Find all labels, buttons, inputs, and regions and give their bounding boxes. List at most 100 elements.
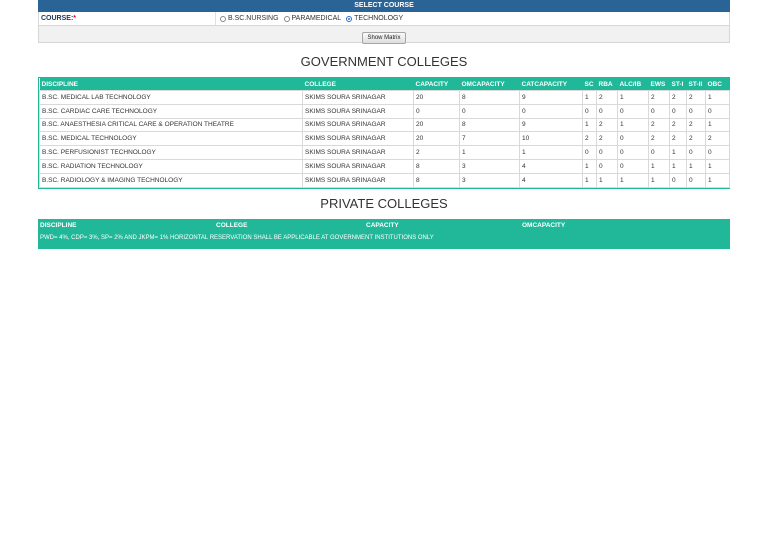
col-discipline: DISCIPLINE: [39, 78, 303, 91]
private-colleges-title: PRIVATE COLLEGES: [320, 196, 448, 211]
col-college: COLLEGE: [302, 78, 414, 91]
cell-catcapacity: 4: [519, 172, 583, 188]
cell-st-i: 2: [669, 117, 687, 133]
cell-obc: 0: [705, 103, 730, 119]
cell-st-i: 0: [669, 103, 687, 119]
cell-rba: 2: [596, 90, 618, 105]
cell-ews: 1: [648, 158, 670, 174]
radio-paramedical[interactable]: [283, 15, 290, 22]
cell-discipline: B.SC. MEDICAL LAB TECHNOLOGY: [39, 90, 303, 105]
government-colleges-title: GOVERNMENT COLLEGES: [300, 54, 468, 69]
cell-alc-ib: 0: [617, 103, 649, 119]
col-alc-ib: ALC/IB: [617, 78, 649, 91]
cell-st-i: 0: [669, 172, 687, 188]
course-option-technology[interactable]: TECHNOLOGY: [346, 12, 403, 25]
cell-college: SKIMS SOURA SRINAGAR: [302, 90, 414, 105]
cell-st-ii: 0: [686, 172, 706, 188]
cell-rba: 2: [596, 117, 618, 133]
cell-sc: 1: [582, 90, 597, 105]
cell-discipline: B.SC. RADIOLOGY & IMAGING TECHNOLOGY: [39, 172, 303, 188]
cell-omcapacity: 7: [459, 131, 520, 147]
cell-catcapacity: 4: [519, 158, 583, 174]
option-label: PARAMEDICAL: [291, 15, 342, 22]
cell-college: SKIMS SOURA SRINAGAR: [302, 145, 414, 160]
cell-ews: 1: [648, 172, 670, 188]
cell-obc: 1: [705, 172, 730, 188]
col-st-i: ST-I: [669, 78, 687, 91]
cell-college: SKIMS SOURA SRINAGAR: [302, 131, 414, 147]
cell-catcapacity: 9: [519, 117, 583, 133]
select-course-header: SELECT COURSE: [38, 0, 730, 12]
cell-ews: 2: [648, 117, 670, 133]
cell-alc-ib: 0: [617, 131, 649, 147]
cell-omcapacity: 0: [459, 103, 520, 119]
cell-rba: 1: [596, 172, 618, 188]
course-option-bsc-nursing[interactable]: B.SC.NURSING: [220, 12, 279, 25]
show-matrix-row: Show Matrix: [38, 26, 730, 44]
course-option-paramedical[interactable]: PARAMEDICAL: [283, 12, 342, 25]
private-colleges-table: DISCIPLINE COLLEGE CAPACITY OMCAPACITY P…: [38, 219, 730, 249]
cell-st-ii: 0: [686, 103, 706, 119]
cell-discipline: B.SC. CARDIAC CARE TECHNOLOGY: [39, 103, 303, 119]
cell-capacity: 20: [413, 131, 460, 147]
pvt-col-discipline: DISCIPLINE: [40, 222, 77, 229]
table-row: B.SC. MEDICAL TECHNOLOGY SKIMS SOURA SRIN…: [39, 131, 730, 147]
col-obc: OBC: [705, 78, 730, 91]
pvt-col-omcapacity: OMCAPACITY: [522, 222, 566, 229]
cell-st-ii: 2: [686, 117, 706, 133]
cell-catcapacity: 1: [519, 145, 583, 160]
cell-alc-ib: 1: [617, 90, 649, 105]
cell-alc-ib: 0: [617, 145, 649, 160]
cell-capacity: 20: [413, 90, 460, 105]
course-label: COURSE:*: [41, 12, 76, 25]
cell-obc: 1: [705, 117, 730, 133]
col-rba: RBA: [596, 78, 618, 91]
cell-catcapacity: 10: [519, 131, 583, 147]
cell-st-i: 2: [669, 90, 687, 105]
cell-discipline: B.SC. MEDICAL TECHNOLOGY: [39, 131, 303, 147]
cell-omcapacity: 8: [459, 90, 520, 105]
radio-bsc-nursing[interactable]: [220, 15, 226, 22]
table-row: B.SC. ANAESTHESIA CRITICAL CARE & OPERAT…: [39, 117, 730, 133]
col-capacity: CAPACITY: [413, 78, 460, 91]
private-table-header-row: DISCIPLINE COLLEGE CAPACITY OMCAPACITY: [38, 219, 730, 233]
cell-sc: 1: [582, 172, 597, 188]
course-label-text: COURSE:: [41, 15, 74, 22]
cell-ews: 2: [648, 90, 670, 105]
cell-omcapacity: 8: [459, 117, 520, 133]
cell-omcapacity: 1: [459, 145, 520, 160]
cell-discipline: B.SC. ANAESTHESIA CRITICAL CARE & OPERAT…: [39, 117, 303, 133]
show-matrix-button[interactable]: Show Matrix: [362, 32, 406, 44]
col-sc: SC: [582, 78, 597, 91]
cell-capacity: 0: [413, 103, 460, 119]
cell-obc: 1: [705, 90, 730, 105]
cell-rba: 0: [596, 158, 618, 174]
course-radio-group: B.SC.NURSING PARAMEDICAL TECHNOLOGY: [215, 12, 406, 25]
cell-discipline: B.SC. PERFUSIONIST TECHNOLOGY: [39, 145, 303, 160]
cell-college: SKIMS SOURA SRINAGAR: [302, 158, 414, 174]
cell-capacity: 2: [413, 145, 460, 160]
cell-st-ii: 0: [686, 145, 706, 160]
cell-capacity: 8: [413, 172, 460, 188]
radio-technology[interactable]: [346, 15, 353, 22]
cell-st-i: 1: [669, 145, 687, 160]
table-row: B.SC. RADIATION TECHNOLOGY SKIMS SOURA SR…: [39, 158, 730, 174]
table-header-row: DISCIPLINE COLLEGE CAPACITY OMCAPACITY C…: [39, 78, 730, 91]
cell-college: SKIMS SOURA SRINAGAR: [302, 172, 414, 188]
cell-sc: 2: [582, 131, 597, 147]
cell-catcapacity: 9: [519, 90, 583, 105]
course-row: COURSE:* B.SC.NURSING PARAMEDICAL TECHNO…: [38, 12, 730, 26]
table-row: B.SC. MEDICAL LAB TECHNOLOGY SKIMS SOURA …: [39, 90, 730, 105]
table-row: B.SC. PERFUSIONIST TECHNOLOGY SKIMS SOURA…: [39, 145, 730, 160]
cell-st-i: 1: [669, 158, 687, 174]
required-mark: *: [73, 15, 77, 22]
cell-alc-ib: 1: [617, 117, 649, 133]
cell-rba: 2: [596, 131, 618, 147]
cell-sc: 1: [582, 117, 597, 133]
cell-obc: 2: [705, 131, 730, 147]
cell-st-ii: 2: [686, 131, 706, 147]
col-catcapacity: CATCAPACITY: [519, 78, 583, 91]
col-omcapacity: OMCAPACITY: [459, 78, 520, 91]
cell-st-ii: 1: [686, 158, 706, 174]
cell-ews: 0: [648, 145, 670, 160]
